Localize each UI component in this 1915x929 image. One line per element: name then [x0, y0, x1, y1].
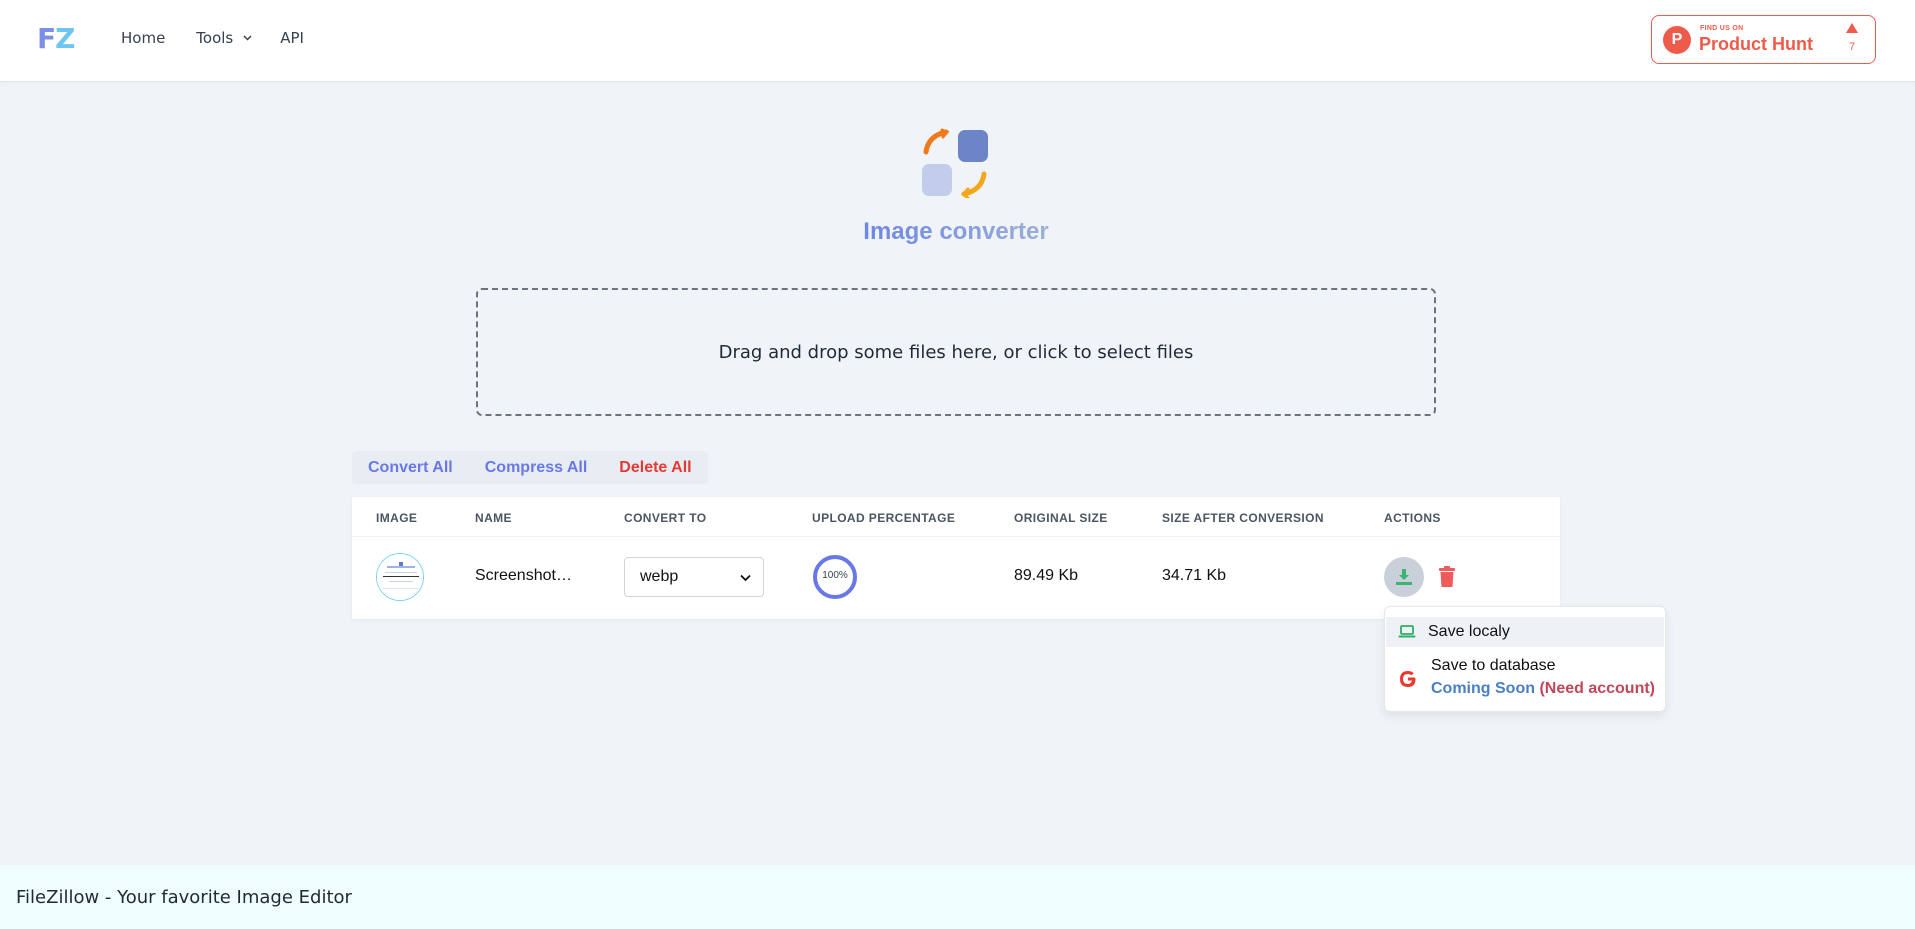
save-to-database-menu-item[interactable]: Save to database Coming Soon (Need accou… [1386, 651, 1664, 707]
page-title: Image converter [800, 218, 1112, 246]
main-nav: Home Tools API [121, 29, 304, 47]
upload-progress-label: 100% [822, 570, 848, 581]
chevron-down-icon [740, 567, 751, 585]
nav-tools-label: Tools [196, 29, 234, 47]
column-header-upload-percentage: UPLOAD PERCENTAGE [812, 511, 956, 525]
column-header-actions: ACTIONS [1384, 511, 1441, 525]
column-header-size-after: SIZE AFTER CONVERSION [1162, 511, 1324, 525]
image-converter-icon [920, 128, 990, 200]
file-name: Screenshot… [475, 567, 572, 584]
coming-soon-text: Coming Soon [1431, 680, 1535, 697]
delete-all-button[interactable]: Delete All [603, 459, 707, 477]
product-hunt-label: Product Hunt [1699, 34, 1813, 54]
original-size: 89.49 Kb [1014, 567, 1079, 584]
save-to-database-note: Coming Soon (Need account) [1431, 680, 1655, 698]
table-header: IMAGE NAME CONVERT TO UPLOAD PERCENTAGE … [352, 497, 1560, 537]
files-table: IMAGE NAME CONVERT TO UPLOAD PERCENTAGE … [352, 497, 1560, 619]
compress-all-button[interactable]: Compress All [469, 459, 604, 477]
product-hunt-find-us: FIND US ON [1700, 25, 1744, 32]
nav-tools-dropdown[interactable]: Tools [196, 29, 252, 47]
logo-letter-f: F [37, 22, 56, 55]
download-icon [1396, 569, 1412, 585]
page-title-text: Image converter [863, 218, 1049, 245]
fz-logo[interactable]: FZ [37, 22, 75, 55]
upvote-triangle-icon [1846, 23, 1858, 33]
image-thumbnail[interactable] [376, 553, 424, 601]
format-select-value: webp [640, 568, 679, 585]
column-header-convert-to: CONVERT TO [624, 511, 707, 525]
file-dropzone[interactable]: Drag and drop some files here, or click … [476, 288, 1436, 416]
column-header-image: IMAGE [376, 511, 418, 525]
column-header-name: NAME [475, 511, 512, 525]
download-dropdown-menu: Save localy Save to database Coming Soon… [1384, 606, 1666, 712]
top-navbar: FZ Home Tools API P FIND US ON Product H… [0, 0, 1915, 82]
page-footer: FileZillow - Your favorite Image Editor [0, 865, 1915, 929]
footer-text: FileZillow - Your favorite Image Editor [16, 887, 352, 908]
chevron-down-icon [243, 31, 252, 44]
bulk-actions-bar: Convert All Compress All Delete All [352, 451, 708, 484]
trash-icon[interactable] [1437, 566, 1457, 588]
format-select[interactable]: webp [624, 557, 764, 597]
nav-api-link[interactable]: API [280, 29, 304, 47]
download-button[interactable] [1384, 557, 1424, 597]
product-hunt-badge[interactable]: P FIND US ON Product Hunt 7 [1651, 15, 1876, 64]
save-locally-label: Save localy [1428, 623, 1510, 640]
save-to-database-label: Save to database [1431, 657, 1556, 674]
dropzone-text: Drag and drop some files here, or click … [718, 341, 1194, 363]
column-header-original-size: ORIGINAL SIZE [1014, 511, 1108, 525]
nav-home-link[interactable]: Home [121, 29, 165, 47]
google-icon [1398, 669, 1418, 694]
laptop-icon [1398, 625, 1416, 644]
product-hunt-upvote-count: 7 [1848, 41, 1856, 53]
convert-all-button[interactable]: Convert All [352, 459, 469, 477]
need-account-text: (Need account) [1539, 680, 1656, 697]
logo-letter-z: Z [55, 22, 75, 55]
product-hunt-logo-icon: P [1663, 26, 1691, 54]
converted-size: 34.71 Kb [1162, 567, 1227, 584]
save-locally-menu-item[interactable]: Save localy [1386, 617, 1664, 647]
